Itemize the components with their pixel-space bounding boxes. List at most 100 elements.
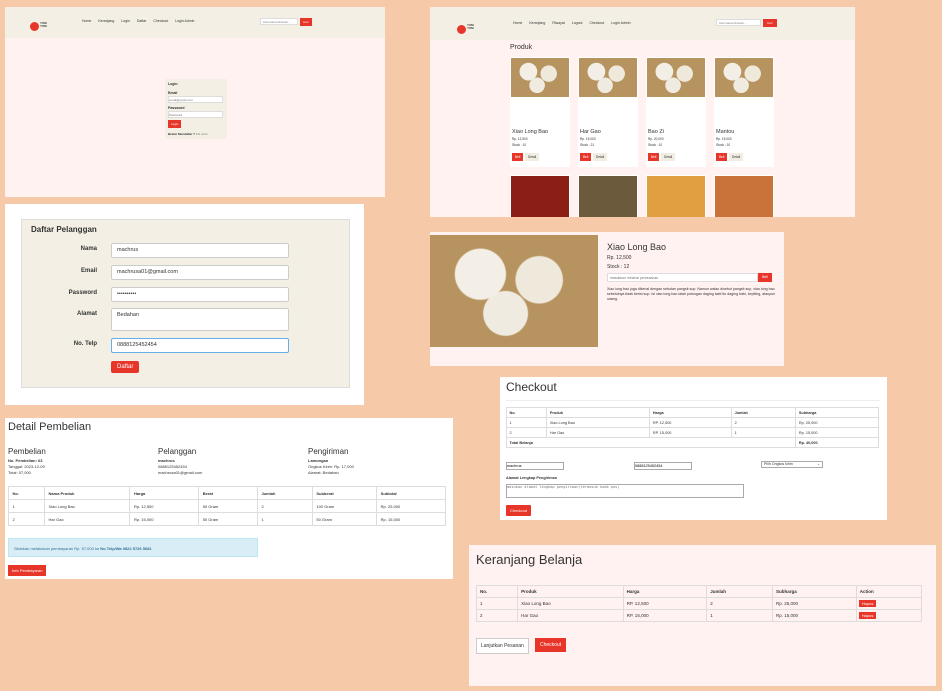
product-card: Har Gao Rp. 15,000 Stock : 21 Beli Detail [578,57,638,167]
buy-button[interactable]: Beli [758,273,772,282]
search-input[interactable] [716,19,761,26]
pelanggan-heading: Pelanggan [158,447,197,456]
password-input[interactable] [168,111,223,118]
product-detail-screenshot: Xiao Long Bao Rp. 12,500 Stock : 12 Beli… [430,232,784,366]
name-field[interactable] [506,462,564,470]
column-header: Produk [517,585,624,598]
login-title: Login [168,82,178,86]
table-cell: Rp. 25,000 [771,597,857,610]
logo-icon [457,25,466,34]
nav-login-admin[interactable]: Login Admin [611,21,630,25]
logo-icon [30,22,39,31]
buy-button[interactable]: Beli [716,153,728,161]
action-cell: Hapus [855,597,923,610]
checkout-button[interactable]: Checkout [506,505,531,516]
column-header: Produk [546,407,651,418]
email-input[interactable]: machrusa01@gmail.com [111,265,289,280]
register-submit-button[interactable]: Daftar [111,361,140,373]
total-label: Total Belanja [505,437,797,448]
total-row: Total Belanja Rp. 40,000 [505,437,879,448]
cart-title: Keranjang Belanja [476,552,583,567]
logo-text: YUM YUM [40,21,47,28]
phone-field[interactable] [634,462,692,470]
delete-button[interactable]: Hapus [858,600,877,607]
column-header: Harga [622,585,708,598]
product-price: Rp. 15,000 [580,137,596,141]
delete-button[interactable]: Hapus [858,612,877,619]
nav-riwayat[interactable]: Riwayat [552,21,564,25]
register-prompt: Belum Mendaftar ? [168,132,196,136]
nama-input[interactable]: machrus [111,243,289,258]
buy-button[interactable]: Beli [512,153,524,161]
search-button[interactable]: Cari [300,18,312,26]
password-input[interactable]: •••••••••• [111,287,289,302]
logo-text: YUM YUM [467,23,474,30]
buy-button[interactable]: Beli [648,153,660,161]
product-name: Bao Zi [648,129,664,135]
register-link[interactable]: klik disini [196,132,208,136]
table-cell: RP. 15,000 [622,609,708,622]
purchase-detail-screenshot: Detail Pembelian Pembelian No. Pembelian… [5,418,453,579]
table-cell: 1 [731,427,797,438]
table-cell: 1 [256,512,313,526]
table-cell: 1 [475,597,519,610]
column-header: Subtotal [376,486,446,500]
product-stock: Stock : 12 [607,264,630,270]
detail-button[interactable]: Detail [661,153,676,161]
login-button[interactable]: Login [168,120,182,128]
table-cell: 2 [505,427,548,438]
table-cell: 50 Gram [198,512,258,526]
no-telp-input[interactable]: 0888125452454 [111,338,289,353]
column-header: Jumlah [731,407,797,418]
checkout-screenshot: Checkout No. Produk Harga Jumlah Subharga 1 Xi… [500,377,887,520]
product-image [647,176,705,217]
product-image [715,58,773,97]
detail-button[interactable]: Detail [593,153,608,161]
column-header: Subharga [771,585,857,598]
payment-info-button[interactable]: Info Pembayaran [8,565,47,576]
email-label: Email [168,91,178,95]
nav-login[interactable]: Login [121,19,130,23]
nav-keranjang[interactable]: Keranjang [98,19,114,23]
email-input[interactable] [168,96,223,103]
alamat-input[interactable]: Bedahan [111,308,289,331]
detail-button[interactable]: Detail [525,153,540,161]
cart-screenshot: Keranjang Belanja No. Produk Harga Jumlah Su… [469,545,936,686]
table-cell: 50 Gram [198,499,258,513]
table-cell: Har Gao [44,512,131,526]
table-cell: Rp. 15,000 [129,512,200,526]
address-field[interactable] [506,484,744,498]
search-button[interactable]: Cari [763,19,777,27]
table-row: 2 Har Gao RP. 15,000 1 Rp. 15,000 Hapus [475,609,923,622]
table-cell: Har Gao [517,609,624,622]
nav-login-admin[interactable]: Login Admin [175,19,194,23]
register-page-screenshot: Daftar Pelanggan Nama machrus Email machrus… [5,204,364,405]
product-image [647,58,705,97]
nav-home[interactable]: Home [82,19,91,23]
product-price: Rp. 12,500 [607,255,632,261]
nav-logout[interactable]: Logout [572,21,583,25]
table-cell: Xiao Long Bao [44,499,131,513]
table-cell: Rp. 25,000 [795,417,879,428]
buy-button[interactable]: Beli [580,153,592,161]
nav-home[interactable]: Home [513,21,522,25]
continue-shopping-button[interactable]: Lanjutkan Pesanan [476,638,529,654]
nav-daftar[interactable]: Daftar [137,19,147,23]
detail-button[interactable]: Detail [729,153,744,161]
product-description: Xiao long bao juga dikenal dengan sebuta… [607,287,776,301]
login-card: Login Email Password Login Belum Mendaft… [165,79,227,139]
payment-contact: No.Telp/Wa 0822 5726 5681 [100,546,152,551]
nav-checkout[interactable]: Checkout [589,21,604,25]
payment-alert: Silahkan melakukan pembayaran Rp. 57,000… [8,538,258,557]
table-cell: 1 [505,417,548,428]
table-cell: RP. 12,500 [649,417,733,428]
search-input[interactable] [260,18,298,25]
nav-keranjang[interactable]: Keranjang [529,21,545,25]
product-card [510,175,570,217]
shipping-select[interactable]: Pilih Ongkos kirim ⌄ [761,461,823,468]
cart-checkout-button[interactable]: Checkout [535,638,567,652]
table-cell: 2 [731,417,797,428]
table-cell: Xiao Long Bao [517,597,624,610]
quantity-input[interactable] [607,273,758,282]
nav-checkout[interactable]: Checkout [153,19,168,23]
